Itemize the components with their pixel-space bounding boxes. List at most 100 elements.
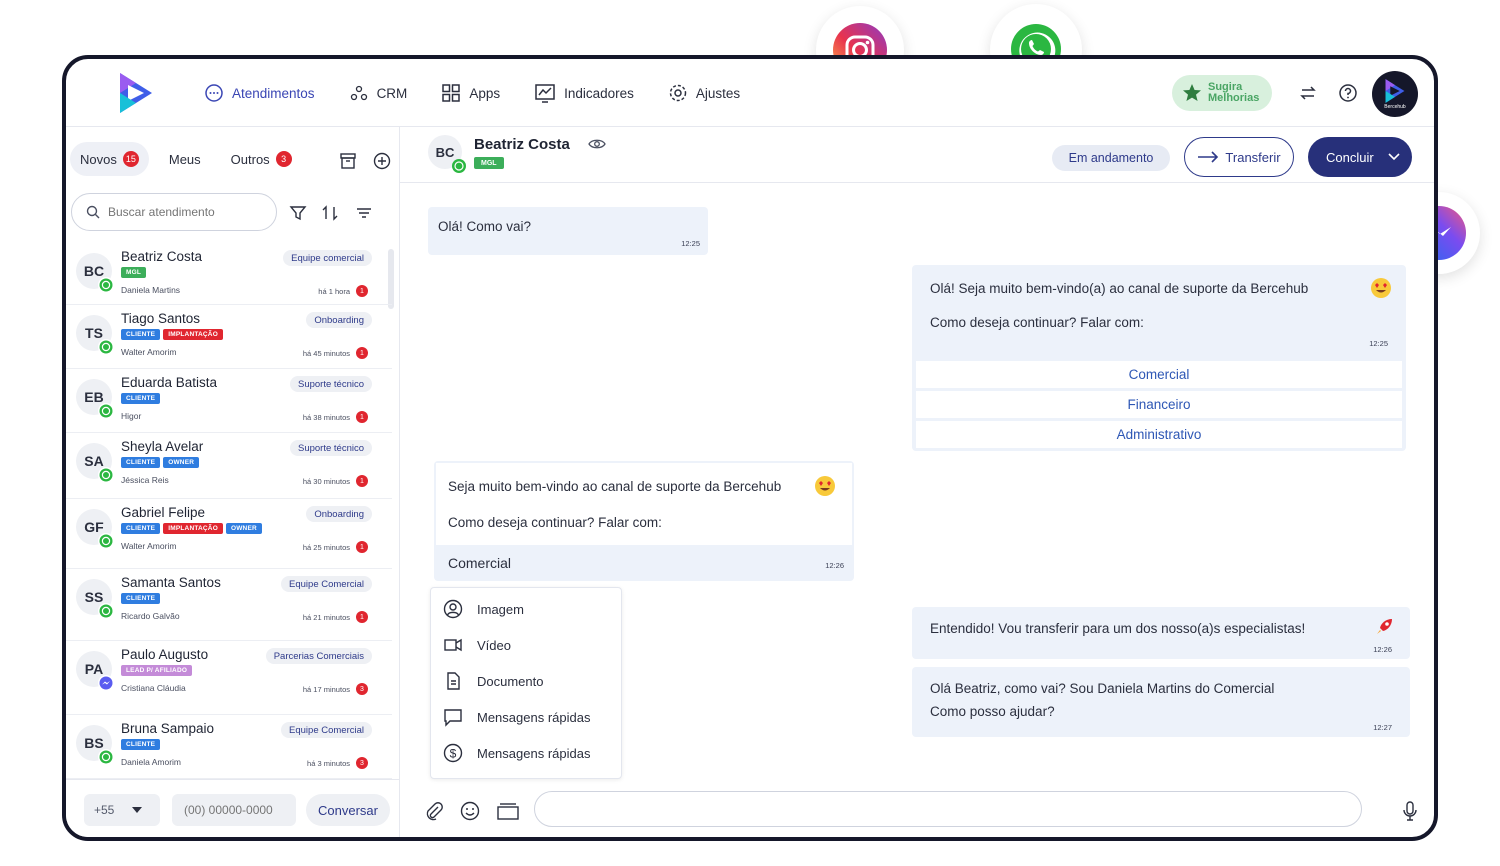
attach-button[interactable] bbox=[422, 799, 446, 823]
microphone-icon bbox=[1403, 801, 1417, 821]
menu-item-video[interactable]: Vídeo bbox=[443, 632, 511, 658]
swap-button[interactable] bbox=[1296, 81, 1320, 105]
heart-eyes-emoji-icon bbox=[1371, 278, 1391, 298]
attachment-menu: Imagem Vídeo Documento Mensagens rápidas… bbox=[430, 587, 622, 779]
nav-atendimentos[interactable]: Atendimentos bbox=[204, 83, 315, 103]
order-button[interactable] bbox=[354, 203, 374, 223]
menu-item-mensagens-rapidas[interactable]: Mensagens rápidas bbox=[443, 704, 590, 730]
contact-name: Samanta Santos bbox=[121, 575, 221, 590]
ddi-value: +55 bbox=[94, 803, 115, 817]
suggest-improvements-button[interactable]: Sugira Melhorias bbox=[1172, 75, 1272, 111]
lines-icon bbox=[357, 208, 371, 218]
cards-button[interactable] bbox=[496, 799, 520, 823]
contact-tags: CLIENTE IMPLANTAÇÃO OWNER bbox=[121, 523, 262, 534]
archive-button[interactable] bbox=[338, 151, 358, 171]
main-nav: Atendimentos CRM Apps Indicadores Ajuste… bbox=[204, 59, 774, 127]
option-administrativo[interactable]: Administrativo bbox=[916, 421, 1402, 448]
menu-item-documento[interactable]: Documento bbox=[443, 668, 543, 694]
option-financeiro[interactable]: Financeiro bbox=[916, 391, 1402, 418]
menu-item-mensagens-rapidas-pagamento[interactable]: $ Mensagens rápidas bbox=[443, 740, 590, 766]
message-time: 12:25 bbox=[1369, 339, 1388, 348]
contact-name: Sheyla Avelar bbox=[121, 439, 204, 454]
nav-label: Ajustes bbox=[695, 85, 741, 101]
phone-input[interactable] bbox=[184, 803, 290, 817]
sort-button[interactable] bbox=[320, 203, 340, 223]
start-conversation-button[interactable]: Conversar bbox=[306, 794, 390, 826]
contact-list: BC Beatriz Costa MGL Daniela Martins Equipe … bbox=[66, 243, 392, 779]
emoji-button[interactable] bbox=[458, 799, 482, 823]
agent-name: Walter Amorim bbox=[121, 541, 177, 551]
contact-row[interactable]: GF Gabriel Felipe CLIENTE IMPLANTAÇÃO OWNER W… bbox=[66, 499, 392, 569]
message-input[interactable] bbox=[534, 791, 1362, 827]
contact-tag: CLIENTE bbox=[121, 593, 161, 604]
conclude-button[interactable]: Concluir bbox=[1308, 137, 1412, 177]
nav-indicadores[interactable]: Indicadores bbox=[534, 83, 634, 103]
eye-icon[interactable] bbox=[588, 137, 606, 151]
voice-button[interactable] bbox=[1398, 799, 1422, 823]
contact-name: Beatriz Costa bbox=[121, 249, 203, 264]
message-outgoing: Entendido! Vou transferir para um dos no… bbox=[912, 607, 1410, 659]
heart-eyes-emoji-icon bbox=[815, 476, 835, 496]
contact-row[interactable]: BS Bruna Sampaio CLIENTE Daniela Amorim Equi… bbox=[66, 715, 392, 779]
contact-row[interactable]: EB Eduarda Batista CLIENTE Higor Suporte téc… bbox=[66, 369, 392, 433]
contact-tag: IMPLANTAÇÃO bbox=[163, 329, 223, 340]
team-badge: Equipe Comercial bbox=[281, 576, 372, 592]
channel-badge bbox=[98, 603, 114, 619]
message-text: Como deseja continuar? Falar com: bbox=[930, 315, 1144, 330]
contact-row[interactable]: SA Sheyla Avelar CLIENTE OWNER Jéssica Reis S… bbox=[66, 433, 392, 499]
add-conversation-button[interactable] bbox=[372, 151, 392, 171]
gear-icon bbox=[669, 84, 687, 102]
menu-label: Mensagens rápidas bbox=[477, 709, 591, 725]
elapsed-time: há 21 minutos bbox=[302, 613, 350, 622]
tab-novos[interactable]: Novos 15 bbox=[70, 142, 149, 176]
message-time: 12:26 bbox=[1373, 645, 1392, 654]
menu-item-imagem[interactable]: Imagem bbox=[443, 596, 524, 622]
agent-name: Ricardo Galvão bbox=[121, 611, 180, 621]
option-comercial[interactable]: Comercial bbox=[916, 361, 1402, 388]
bercehub-logo-icon[interactable] bbox=[116, 71, 156, 115]
transfer-button[interactable]: Transferir bbox=[1184, 137, 1294, 177]
help-button[interactable] bbox=[1336, 81, 1360, 105]
agent-name: Daniela Martins bbox=[121, 285, 181, 295]
filter-button[interactable] bbox=[288, 203, 308, 223]
elapsed-time: há 17 minutos bbox=[302, 685, 350, 694]
nav-apps[interactable]: Apps bbox=[441, 83, 500, 103]
contact-row[interactable]: PA Paulo Augusto LEAD P/ AFILIADO Cristiana… bbox=[66, 641, 392, 715]
contact-row[interactable]: BC Beatriz Costa MGL Daniela Martins Equipe … bbox=[66, 243, 392, 305]
contact-row[interactable]: SS Samanta Santos CLIENTE Ricardo Galvão Equ… bbox=[66, 569, 392, 641]
country-code-select[interactable]: +55 bbox=[84, 794, 160, 826]
whatsapp-icon bbox=[99, 468, 113, 482]
contact-row[interactable]: TS Tiago Santos CLIENTE IMPLANTAÇÃO Walter A… bbox=[66, 305, 392, 369]
swap-arrows-icon bbox=[1300, 86, 1316, 100]
tab-meus[interactable]: Meus bbox=[159, 142, 211, 176]
star-icon bbox=[1183, 84, 1201, 101]
contact-name: Eduarda Batista bbox=[121, 375, 218, 390]
message-outgoing-menu: Olá! Seja muito bem-vindo(a) ao canal de… bbox=[912, 265, 1406, 451]
search-icon bbox=[86, 205, 100, 219]
nav-crm[interactable]: CRM bbox=[349, 83, 408, 103]
message-outgoing: Olá Beatriz, como vai? Sou Daniela Marti… bbox=[912, 667, 1410, 737]
contact-tags: CLIENTE IMPLANTAÇÃO bbox=[121, 329, 223, 340]
contact-tags: LEAD P/ AFILIADO bbox=[121, 665, 193, 676]
whatsapp-icon bbox=[99, 340, 113, 354]
team-badge: Onboarding bbox=[306, 506, 372, 522]
agent-name: Walter Amorim bbox=[121, 347, 177, 357]
user-avatar[interactable]: Bercehub bbox=[1372, 71, 1418, 117]
nav-label: CRM bbox=[376, 85, 408, 101]
contact-tag: IMPLANTAÇÃO bbox=[163, 523, 223, 534]
search-input[interactable] bbox=[108, 205, 258, 219]
chart-icon bbox=[535, 84, 555, 103]
message-time: 12:25 bbox=[681, 239, 700, 248]
team-badge: Suporte técnico bbox=[289, 440, 372, 456]
nav-ajustes[interactable]: Ajustes bbox=[668, 83, 740, 103]
reply-text: Comercial bbox=[448, 555, 512, 571]
team-badge: Equipe comercial bbox=[283, 250, 372, 266]
channel-badge bbox=[98, 467, 114, 483]
avatar-label: Bercehub bbox=[1384, 104, 1406, 110]
tab-outros[interactable]: Outros 3 bbox=[221, 142, 302, 176]
tab-label: Outros bbox=[230, 151, 270, 167]
status-badge[interactable]: Em andamento bbox=[1052, 145, 1170, 171]
contact-tags: CLIENTE OWNER bbox=[121, 457, 200, 468]
unread-count-badge: 1 bbox=[356, 541, 368, 553]
quick-message-icon bbox=[444, 709, 462, 727]
